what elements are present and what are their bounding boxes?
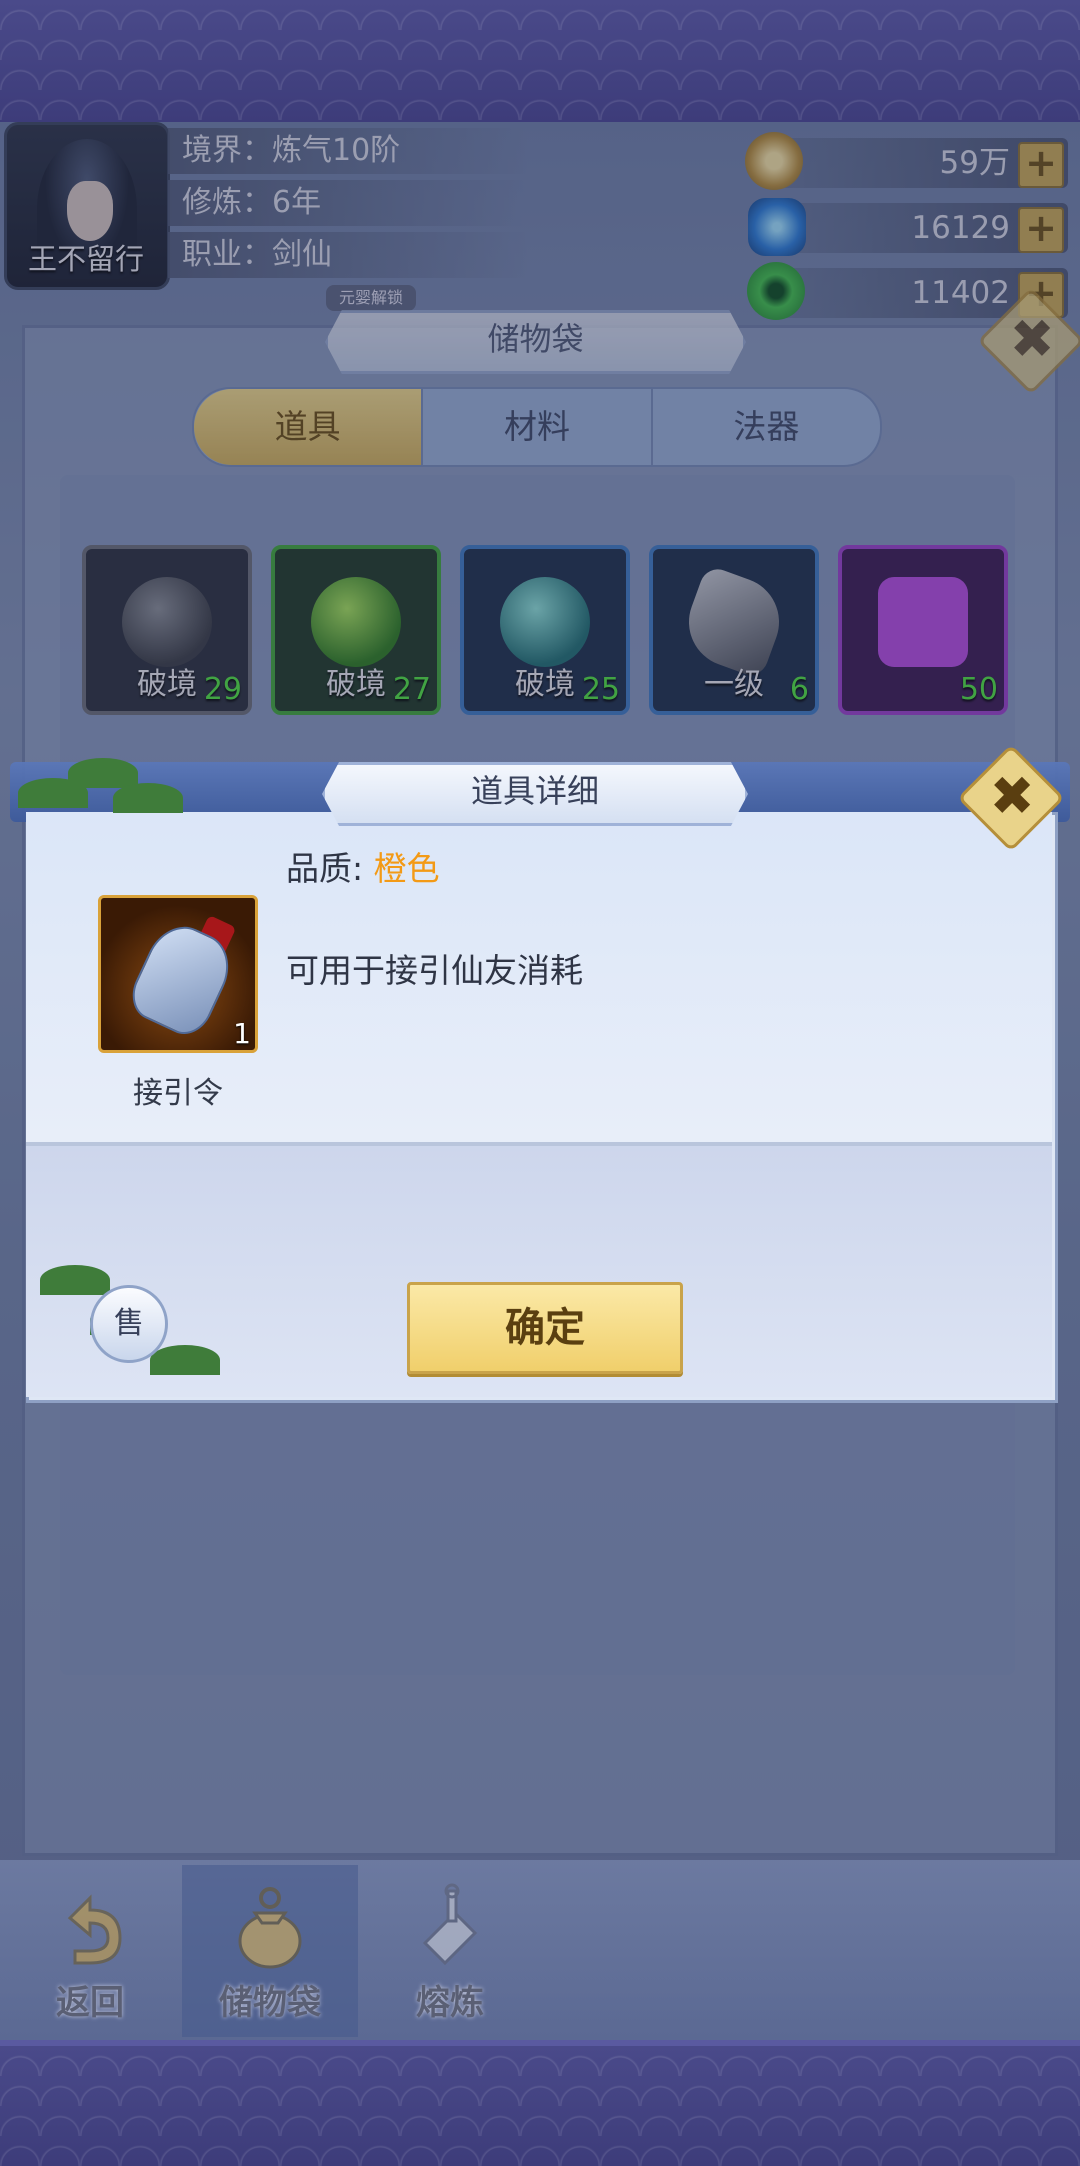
- nav-storage-bag[interactable]: 储物袋: [182, 1865, 358, 2037]
- confirm-button[interactable]: 确定: [407, 1282, 683, 1374]
- item-count: 1: [233, 1017, 251, 1050]
- smelt-icon: [422, 1883, 478, 1966]
- pine-decoration: [18, 748, 188, 838]
- item-description: 可用于接引仙友消耗: [286, 951, 583, 990]
- item-icon-frame: 1: [98, 895, 258, 1053]
- nav-return[interactable]: 返回: [2, 1865, 178, 2037]
- close-icon: ✖: [989, 764, 1036, 828]
- quality-value: 橙色: [373, 849, 440, 888]
- item-quality: 品质: 橙色: [286, 842, 440, 890]
- nav-smelt[interactable]: 熔炼: [362, 1865, 538, 2037]
- top-wave-band: [0, 0, 1080, 128]
- storage-bag-icon: [238, 1887, 302, 1969]
- nav-smelt-label: 熔炼: [416, 1983, 484, 2023]
- sell-button[interactable]: 售: [90, 1285, 168, 1363]
- nav-return-label: 返回: [56, 1983, 124, 2023]
- return-arrow-icon: [67, 1894, 122, 1965]
- bottom-wave-band: [0, 2040, 1080, 2166]
- quality-label: 品质:: [286, 849, 374, 888]
- item-name: 接引令: [133, 1076, 223, 1111]
- nav-storage-bag-label: 储物袋: [219, 1983, 321, 2023]
- detail-title: 道具详细: [322, 762, 748, 826]
